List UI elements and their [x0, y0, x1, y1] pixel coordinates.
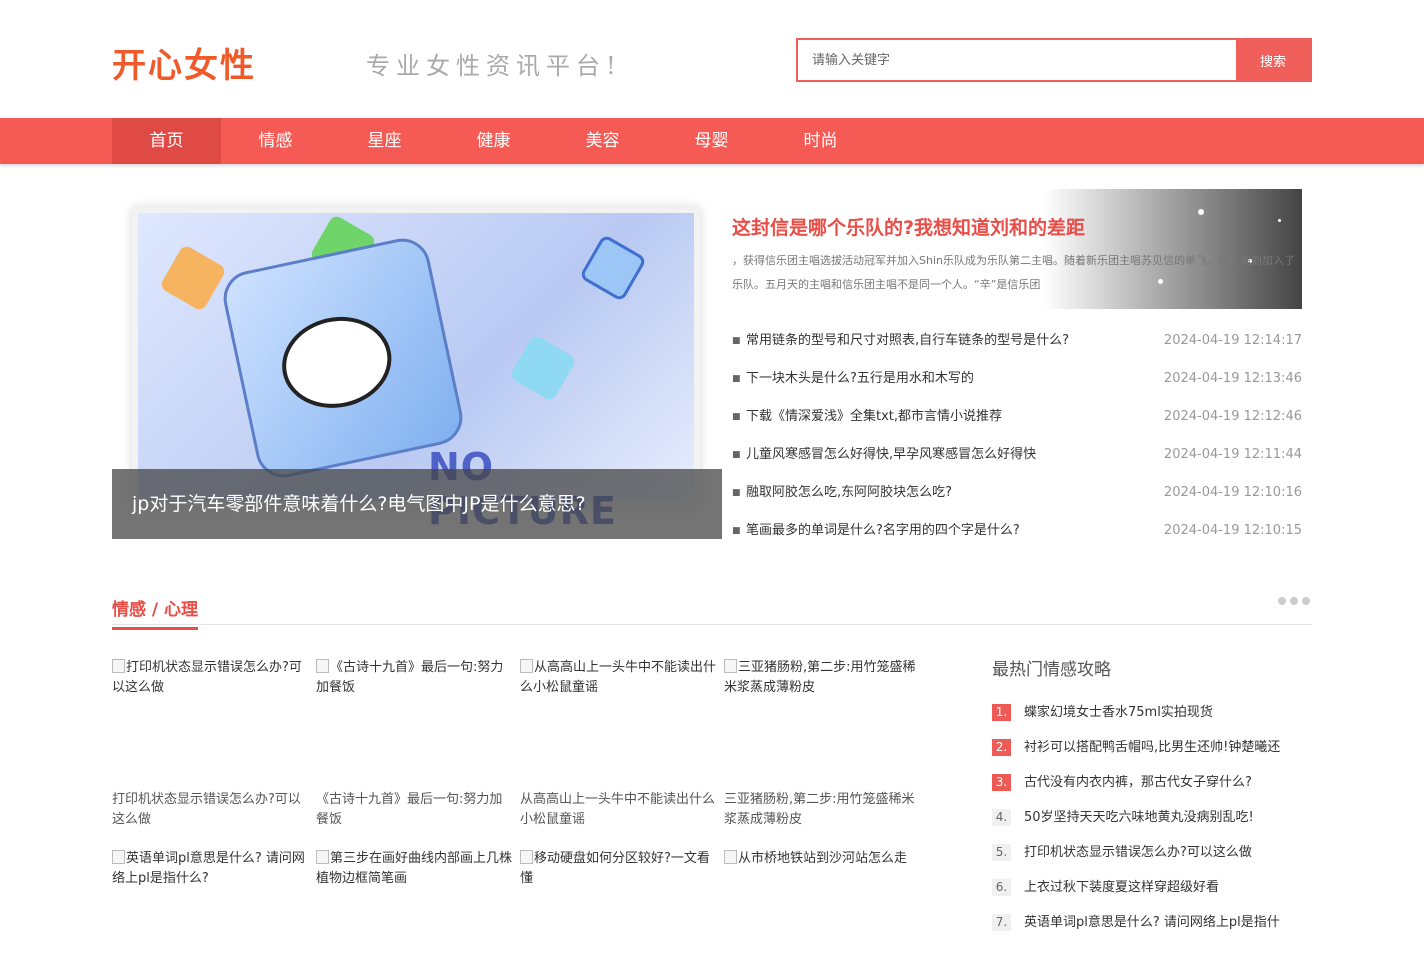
hot-item[interactable]: 7. 英语单词pl意思是什么? 请问网络上pl是指什 — [992, 905, 1312, 940]
hot-item-title[interactable]: 古代没有内衣内裤，那古代女子穿什么? — [1024, 765, 1314, 800]
rank-badge: 2. — [992, 739, 1011, 756]
rank-badge: 4. — [992, 809, 1011, 826]
article-card[interactable]: 移动硬盘如何分区较好?一文看懂 — [520, 849, 716, 969]
section-header: 情感 / 心理 — [112, 588, 1312, 630]
bullet-icon: ■ — [732, 412, 741, 422]
nav-item-home[interactable]: 首页 — [112, 118, 221, 164]
hot-item[interactable]: 3. 古代没有内衣内裤，那古代女子穿什么? — [992, 765, 1312, 800]
rank-badge: 1. — [992, 704, 1011, 721]
article-image[interactable]: 第三步在画好曲线内部画上几株植物边框简笔画 — [316, 849, 512, 969]
main-nav: 首页 情感 星座 健康 美容 母婴 时尚 — [0, 118, 1424, 164]
news-title[interactable]: 下载《情深爱浅》全集txt,都市言情小说推荐 — [746, 398, 1002, 436]
hot-item[interactable]: 6. 上衣过秋下装度夏这样穿超级好看 — [992, 870, 1312, 905]
news-time: 2024-04-19 12:14:17 — [1163, 333, 1302, 348]
site-logo[interactable]: 开心女性 — [112, 38, 256, 87]
bullet-icon: ■ — [732, 488, 741, 498]
hot-item[interactable]: 2. 衬衫可以搭配鸭舌帽吗,比男生还帅!钟楚曦还 — [992, 730, 1312, 765]
news-time: 2024-04-19 12:13:46 — [1163, 371, 1302, 386]
news-time: 2024-04-19 12:11:44 — [1163, 447, 1302, 462]
nav-item-health[interactable]: 健康 — [439, 118, 548, 164]
star-shape — [1198, 209, 1204, 215]
article-card[interactable]: 第三步在画好曲线内部画上几株植物边框简笔画 — [316, 849, 512, 969]
article-card[interactable]: 从市桥地铁站到沙河站怎么走 — [724, 849, 920, 969]
headline-summary: ，获得信乐团主唱选拔活动冠军并加入Shin乐队成为乐队第二主唱。随着新乐团主唱苏… — [732, 254, 1295, 291]
article-image[interactable]: 三亚猪肠粉,第二步:用竹笼盛稀米浆蒸成薄粉皮 — [724, 658, 920, 778]
article-image[interactable]: 从高高山上一头牛中不能读出什么小松鼠童谣 — [520, 658, 716, 778]
news-item[interactable]: ■ 笔画最多的单词是什么?名字用的四个字是什么? 2024-04-19 12:1… — [732, 512, 1302, 550]
article-image[interactable]: 从市桥地铁站到沙河站怎么走 — [724, 849, 920, 969]
rank-badge: 6. — [992, 879, 1011, 896]
focus-slide[interactable]: NO PICTURE jp对于汽车零部件意味着什么?电气图中JP是什么意思? — [112, 189, 722, 539]
article-card[interactable]: 打印机状态显示错误怎么办?可以这么做 打印机状态显示错误怎么办?可以这么做 — [112, 658, 308, 830]
nav-item-fashion[interactable]: 时尚 — [766, 118, 875, 164]
gem-shape — [508, 333, 578, 403]
headline-title[interactable]: 这封信是哪个乐队的?我想知道刘和的差距 — [732, 213, 1085, 240]
news-time: 2024-04-19 12:10:16 — [1163, 485, 1302, 500]
hot-item-title[interactable]: 50岁坚持天天吃六味地黄丸没病别乱吃! — [1024, 800, 1314, 835]
news-time: 2024-04-19 12:10:15 — [1163, 523, 1302, 538]
face-shape — [273, 306, 400, 418]
hot-item-title[interactable]: 上衣过秋下装度夏这样穿超级好看 — [1024, 870, 1314, 905]
headline-block[interactable]: 这封信是哪个乐队的?我想知道刘和的差距 ，获得信乐团主唱选拔活动冠军并加入Shi… — [728, 189, 1302, 309]
gem-shape — [578, 233, 648, 303]
focus-caption[interactable]: jp对于汽车零部件意味着什么?电气图中JP是什么意思? — [112, 469, 722, 539]
news-title[interactable]: 笔画最多的单词是什么?名字用的四个字是什么? — [746, 512, 1020, 550]
bullet-icon: ■ — [732, 336, 741, 346]
bullet-icon: ■ — [732, 526, 741, 536]
hot-item-title[interactable]: 蝶家幻境女士香水75ml实拍现货 — [1024, 695, 1314, 730]
article-card[interactable]: 三亚猪肠粉,第二步:用竹笼盛稀米浆蒸成薄粉皮 三亚猪肠粉,第二步:用竹笼盛稀米浆… — [724, 658, 920, 830]
article-card[interactable]: 英语单词pl意思是什么? 请问网络上pl是指什么? — [112, 849, 308, 969]
news-item[interactable]: ■ 融取阿胶怎么吃,东阿阿胶块怎么吃? 2024-04-19 12:10:16 — [732, 474, 1302, 512]
news-item[interactable]: ■ 常用链条的型号和尺寸对照表,自行车链条的型号是什么? 2024-04-19 … — [732, 322, 1302, 360]
article-card[interactable]: 从高高山上一头牛中不能读出什么小松鼠童谣 从高高山上一头牛中不能读出什么小松鼠童… — [520, 658, 716, 830]
hot-item[interactable]: 4. 50岁坚持天天吃六味地黄丸没病别乱吃! — [992, 800, 1312, 835]
news-title[interactable]: 融取阿胶怎么吃,东阿阿胶块怎么吃? — [746, 474, 952, 512]
hot-item-title[interactable]: 英语单词pl意思是什么? 请问网络上pl是指什 — [1024, 905, 1314, 940]
bullet-icon: ■ — [732, 374, 741, 384]
news-title[interactable]: 儿童风寒感冒怎么好得快,早孕风寒感冒怎么好得快 — [746, 436, 1036, 474]
hot-item[interactable]: 1. 蝶家幻境女士香水75ml实拍现货 — [992, 695, 1312, 730]
hot-list: 最热门情感攻略 1. 蝶家幻境女士香水75ml实拍现货 2. 衬衫可以搭配鸭舌帽… — [992, 655, 1312, 940]
news-title[interactable]: 下一块木头是什么?五行是用水和木写的 — [746, 360, 974, 398]
article-caption[interactable]: 三亚猪肠粉,第二步:用竹笼盛稀米浆蒸成薄粉皮 — [724, 790, 920, 830]
article-caption[interactable]: 从高高山上一头牛中不能读出什么小松鼠童谣 — [520, 790, 716, 830]
search-button[interactable]: 搜索 — [1236, 40, 1310, 80]
section-title[interactable]: 情感 / 心理 — [112, 595, 199, 630]
nav-item-beauty[interactable]: 美容 — [548, 118, 657, 164]
news-item[interactable]: ■ 儿童风寒感冒怎么好得快,早孕风寒感冒怎么好得快 2024-04-19 12:… — [732, 436, 1302, 474]
article-image[interactable]: 打印机状态显示错误怎么办?可以这么做 — [112, 658, 308, 778]
hot-list-title: 最热门情感攻略 — [992, 660, 1111, 680]
hot-item-title[interactable]: 打印机状态显示错误怎么办?可以这么做 — [1024, 835, 1314, 870]
article-card[interactable]: 《古诗十九首》最后一句:努力加餐饭 《古诗十九首》最后一句:努力加餐饭 — [316, 658, 512, 830]
article-image[interactable]: 移动硬盘如何分区较好?一文看懂 — [520, 849, 716, 969]
rank-badge: 7. — [992, 914, 1011, 931]
article-caption[interactable]: 打印机状态显示错误怎么办?可以这么做 — [112, 790, 308, 830]
article-image[interactable]: 《古诗十九首》最后一句:努力加餐饭 — [316, 658, 512, 778]
nav-item-horoscope[interactable]: 星座 — [330, 118, 439, 164]
header: 开心女性 专业女性资讯平台! 搜索 — [0, 0, 1424, 118]
nav-item-baby[interactable]: 母婴 — [657, 118, 766, 164]
gem-shape — [158, 243, 228, 313]
news-time: 2024-04-19 12:12:46 — [1163, 409, 1302, 424]
more-dots-icon[interactable] — [1278, 597, 1310, 605]
rank-badge: 3. — [992, 774, 1011, 791]
news-item[interactable]: ■ 下一块木头是什么?五行是用水和木写的 2024-04-19 12:13:46 — [732, 360, 1302, 398]
bullet-icon: ■ — [732, 450, 741, 460]
news-list: ■ 常用链条的型号和尺寸对照表,自行车链条的型号是什么? 2024-04-19 … — [732, 322, 1302, 550]
no-picture-image: NO PICTURE — [132, 207, 700, 533]
search-box: 搜索 — [796, 38, 1312, 82]
star-shape — [1278, 219, 1281, 222]
site-slogan: 专业女性资讯平台! — [366, 52, 622, 80]
rank-badge: 5. — [992, 844, 1011, 861]
hot-item[interactable]: 5. 打印机状态显示错误怎么办?可以这么做 — [992, 835, 1312, 870]
article-image[interactable]: 英语单词pl意思是什么? 请问网络上pl是指什么? — [112, 849, 308, 969]
nav-item-emotion[interactable]: 情感 — [221, 118, 330, 164]
news-title[interactable]: 常用链条的型号和尺寸对照表,自行车链条的型号是什么? — [746, 322, 1069, 360]
article-caption[interactable]: 《古诗十九首》最后一句:努力加餐饭 — [316, 790, 512, 830]
hot-item-title[interactable]: 衬衫可以搭配鸭舌帽吗,比男生还帅!钟楚曦还 — [1024, 730, 1314, 765]
news-item[interactable]: ■ 下载《情深爱浅》全集txt,都市言情小说推荐 2024-04-19 12:1… — [732, 398, 1302, 436]
search-input[interactable] — [798, 40, 1236, 80]
